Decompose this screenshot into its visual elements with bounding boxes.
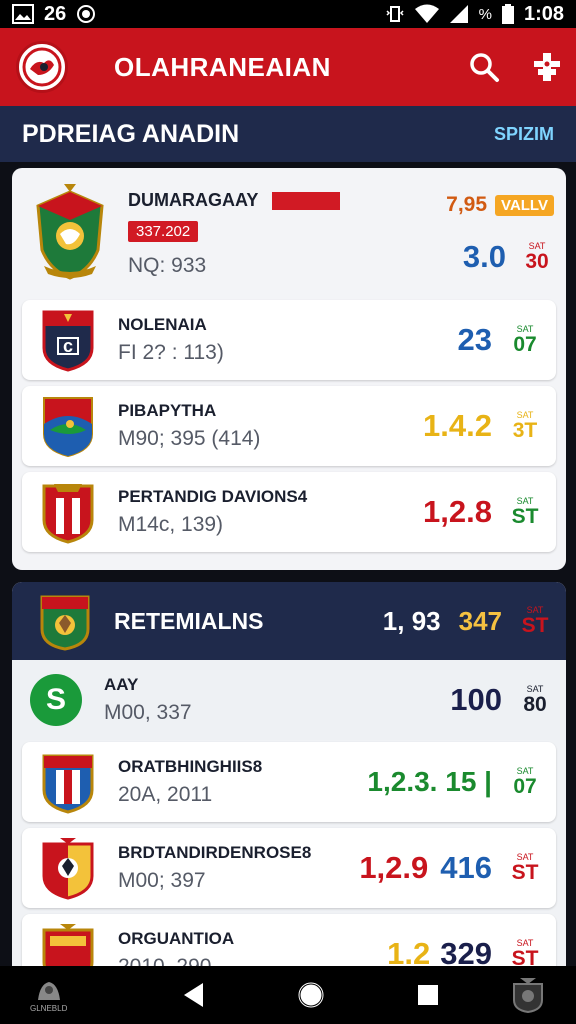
team-name: ORATBHINGHIIS8 — [118, 757, 263, 776]
list-item[interactable]: PERTANDIG DAVIONS4 M14c, 139) 1,2.8 SAT … — [22, 472, 556, 552]
team-crest-icon — [42, 924, 94, 972]
team-name: PERTANDIG DAVIONS4 — [118, 487, 308, 506]
section-header: PDREIAG ANADIN SPIZIM — [0, 106, 576, 162]
list-item[interactable]: ORGUANTIOA 2010, 290 1.2 329 SAT ST — [22, 914, 556, 972]
team-name: PIBAPYTHA — [118, 401, 217, 420]
list-item[interactable]: S AAY M00, 337 100 SAT 80 — [12, 660, 566, 740]
team-score-secondary: 416 — [440, 850, 492, 885]
team-score: 1,2.8 — [423, 494, 492, 529]
group-header[interactable]: RETEMIALNS 1, 93 347 SAT ST — [12, 582, 566, 660]
section-link[interactable]: SPIZIM — [494, 124, 554, 145]
section-title: PDREIAG ANADIN — [22, 119, 240, 148]
group-small-bottom: ST — [521, 614, 549, 637]
list-item[interactable]: ORATBHINGHIIS8 20A, 2011 1,2.3. 15 | SAT… — [22, 742, 556, 822]
battery-icon — [501, 4, 514, 24]
system-nav-bar: GLNEBLD — [0, 966, 576, 1024]
team-small-bottom: 07 — [513, 333, 537, 356]
clock: 1:08 — [523, 2, 564, 25]
list-item[interactable]: c NOLENAIA FI 2? : 113) 23 SAT 07 — [22, 300, 556, 380]
team-score: 1,2.3. 15 | — [367, 766, 492, 797]
team-small-bottom: ST — [511, 861, 539, 884]
back-icon[interactable] — [183, 982, 205, 1008]
featured-team-tag: 337.202 — [128, 221, 199, 242]
nav-left-label: GLNEBLD — [30, 1003, 68, 1013]
featured-team-stat: NQ: 933 — [128, 254, 207, 277]
league-card-2: RETEMIALNS 1, 93 347 SAT ST S AAY M00, 3… — [12, 582, 566, 972]
app-bar: OLAHRANEAIAN — [0, 28, 576, 106]
featured-score: 3.0 — [462, 239, 506, 274]
image-notification-icon — [12, 4, 34, 24]
featured-small-bottom: 30 — [525, 250, 549, 273]
featured-team-crest-icon — [36, 184, 104, 280]
team-stat: M00; 397 — [118, 869, 206, 892]
search-icon[interactable] — [468, 51, 500, 83]
team-avatar: S — [30, 674, 82, 726]
team-score: 1.4.2 — [423, 408, 492, 443]
team-small-bottom: 07 — [513, 775, 537, 798]
battery-text: % — [478, 5, 492, 23]
vibrate-icon — [386, 6, 404, 22]
signal-icon — [449, 5, 468, 23]
home-icon[interactable] — [297, 981, 325, 1009]
team-name: AAY — [104, 675, 139, 694]
group-score-1: 1, 93 — [382, 605, 441, 636]
team-small-bottom: 80 — [523, 693, 547, 716]
data-saver-icon — [77, 5, 96, 23]
list-item[interactable]: PIBAPYTHA M90; 395 (414) 1.4.2 SAT 3T — [22, 386, 556, 466]
team-score: 23 — [457, 322, 492, 357]
featured-badge: VALLV — [495, 194, 554, 216]
status-left-text: 26 — [44, 2, 67, 25]
wifi-icon — [414, 4, 439, 23]
status-bar: 26 % 1:08 — [0, 0, 576, 28]
group-title: RETEMIALNS — [114, 607, 264, 634]
team-stat: M90; 395 (414) — [118, 427, 261, 450]
featured-odds: 7,95 — [446, 193, 488, 216]
team-crest-icon — [43, 397, 93, 458]
team-stat: 20A, 2011 — [118, 783, 213, 806]
team-stat: M14c, 139) — [118, 513, 224, 536]
team-name: ORGUANTIOA — [118, 929, 235, 948]
team-crest-icon — [42, 484, 94, 544]
league-card: DUMARAGAAY 337.202 NQ: 933 7,95 VALLV 3.… — [12, 168, 566, 570]
team-stat: M00, 337 — [104, 701, 192, 724]
team-stat: FI 2? : 113) — [118, 341, 224, 364]
featured-team[interactable]: DUMARAGAAY 337.202 NQ: 933 7,95 VALLV 3.… — [12, 168, 566, 300]
app-shortcut-icon — [37, 981, 60, 1000]
recents-icon[interactable] — [417, 984, 439, 1006]
team-crest-icon — [42, 838, 94, 900]
club-logo-icon — [22, 47, 62, 87]
nav-app-shortcut[interactable]: GLNEBLD — [30, 978, 67, 1013]
crest-shortcut-icon[interactable] — [510, 976, 546, 1014]
featured-team-redbar — [272, 191, 341, 210]
team-crest-icon — [42, 754, 94, 814]
team-name: BRDTANDIRDENROSE8 — [118, 843, 312, 862]
group-score-2: 347 — [458, 605, 502, 636]
team-name: NOLENAIA — [118, 315, 207, 334]
team-crest-icon: c — [42, 310, 94, 372]
app-logo[interactable] — [16, 41, 68, 93]
team-score: 1,2.9 — [359, 850, 429, 885]
app-title: OLAHRANEAIAN — [114, 51, 331, 82]
team-score: 100 — [450, 682, 502, 717]
team-small-bottom: 3T — [512, 419, 538, 442]
list-item[interactable]: BRDTANDIRDENROSE8 M00; 397 1,2.9 416 SAT… — [22, 828, 556, 908]
settings-icon[interactable] — [534, 53, 560, 81]
group-crest-icon — [40, 595, 90, 651]
featured-team-name: DUMARAGAAY — [128, 190, 259, 210]
team-small-bottom: ST — [511, 505, 539, 528]
